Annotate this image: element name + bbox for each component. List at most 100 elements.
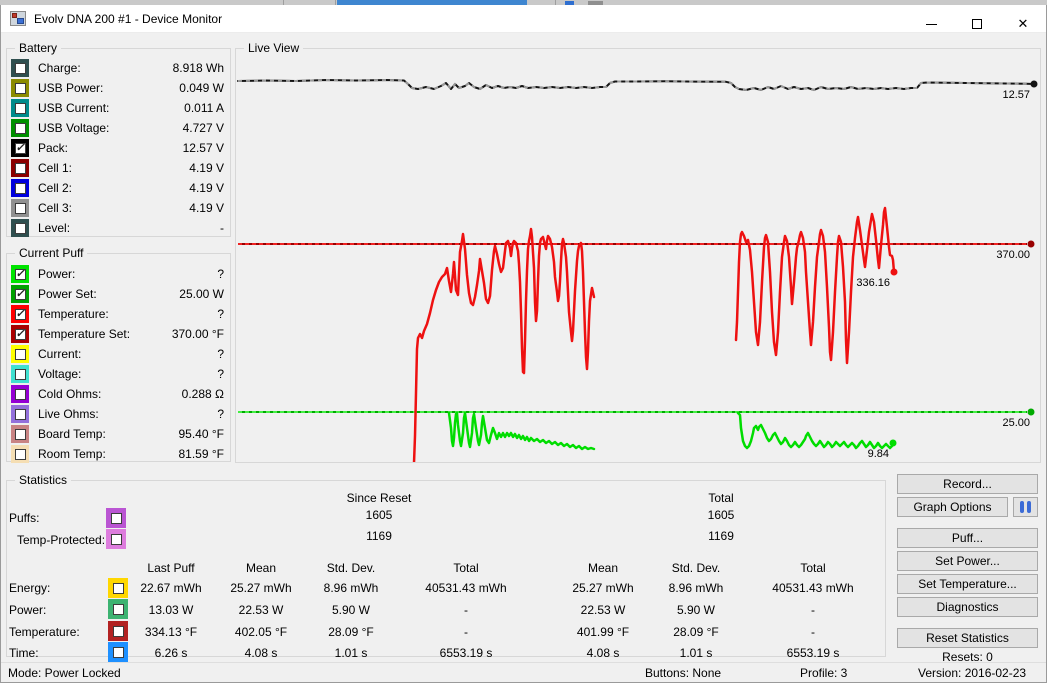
- row-value: 81.59 °F: [179, 444, 225, 464]
- battery-row-pack: Pack:12.57 V: [11, 138, 225, 158]
- cell1-checkbox[interactable]: [11, 159, 29, 177]
- temperature-std-dev: 28.09 °F: [328, 625, 374, 639]
- col-header-std-dev: Std. Dev.: [327, 561, 375, 575]
- close-icon: ✕: [1018, 18, 1029, 31]
- row-value: 0.288 Ω: [182, 384, 224, 404]
- live-ohms-checkbox[interactable]: [11, 405, 29, 423]
- set-power-button[interactable]: Set Power...: [897, 551, 1038, 571]
- total-header: Total: [708, 491, 733, 505]
- puff-row-live-ohms: Live Ohms:?: [11, 404, 225, 424]
- puffs-checkbox[interactable]: [106, 508, 126, 528]
- battery-group-title: Battery: [15, 41, 61, 55]
- row-value: 4.19 V: [189, 158, 224, 178]
- room-temp-checkbox[interactable]: [11, 445, 29, 463]
- battery-row-usb-current: USB Current: 0.011 A: [11, 98, 225, 118]
- energy-total: 40531.43 mWh: [425, 581, 506, 595]
- row-label: Temperature Set:: [38, 324, 130, 344]
- row-value: 0.049 W: [179, 78, 224, 98]
- cold-ohms-checkbox[interactable]: [11, 385, 29, 403]
- usb-voltage-checkbox[interactable]: [11, 119, 29, 137]
- voltage-checkbox[interactable]: [11, 365, 29, 383]
- row-label: Charge:: [38, 58, 81, 78]
- energy-total-2: 40531.43 mWh: [772, 581, 853, 595]
- row-label: Cell 2:: [38, 178, 72, 198]
- set-temperature-button[interactable]: Set Temperature...: [897, 574, 1038, 594]
- live-view-chart[interactable]: 370.0025.0012.57336.169.84: [236, 49, 1040, 462]
- status-mode: Mode: Power Locked: [8, 663, 121, 683]
- diagnostics-button[interactable]: Diagnostics: [897, 597, 1038, 617]
- close-button[interactable]: ✕: [1000, 10, 1046, 38]
- temp-protected-checkbox[interactable]: [106, 529, 126, 549]
- row-value: 4.19 V: [189, 198, 224, 218]
- pack-checkbox[interactable]: [11, 139, 29, 157]
- row-value: 4.19 V: [189, 178, 224, 198]
- temperature-set-checkbox[interactable]: [11, 325, 29, 343]
- power-last-puff: 13.03 W: [149, 603, 194, 617]
- row-label: USB Voltage:: [38, 118, 109, 138]
- time-std-dev-2: 1.01 s: [680, 646, 713, 660]
- power-total-2: -: [811, 603, 815, 617]
- temperature-checkbox[interactable]: [11, 305, 29, 323]
- row-value: 370.00 °F: [172, 324, 224, 344]
- puff-row-current: Current:?: [11, 344, 225, 364]
- maximize-icon: [972, 19, 982, 29]
- cell3-checkbox[interactable]: [11, 199, 29, 217]
- row-value: ?: [217, 304, 224, 324]
- device-monitor-window: Evolv DNA 200 #1 - Device Monitor ✕ Batt…: [0, 0, 1047, 683]
- puff-button[interactable]: Puff...: [897, 528, 1038, 548]
- row-label: Current:: [38, 344, 81, 364]
- energy-last-puff: 22.67 mWh: [140, 581, 201, 595]
- reset-statistics-button[interactable]: Reset Statistics: [897, 628, 1038, 648]
- board-temp-checkbox[interactable]: [11, 425, 29, 443]
- svg-text:9.84: 9.84: [868, 448, 889, 460]
- row-value: 8.918 Wh: [173, 58, 224, 78]
- energy-checkbox[interactable]: [108, 578, 128, 598]
- temperature-total: -: [464, 625, 468, 639]
- time-checkbox[interactable]: [108, 642, 128, 662]
- usb-power-checkbox[interactable]: [11, 79, 29, 97]
- minimize-button[interactable]: [908, 10, 954, 38]
- pause-graph-button[interactable]: [1013, 497, 1038, 517]
- time-total: 6553.19 s: [440, 646, 493, 660]
- app-icon: [10, 11, 26, 26]
- power-checkbox[interactable]: [11, 265, 29, 283]
- cell2-checkbox[interactable]: [11, 179, 29, 197]
- current-checkbox[interactable]: [11, 345, 29, 363]
- current-puff-group-title: Current Puff: [15, 246, 87, 260]
- usb-current-checkbox[interactable]: [11, 99, 29, 117]
- row-label: Pack:: [38, 138, 68, 158]
- svg-text:25.00: 25.00: [1002, 417, 1030, 429]
- col-header-total-2: Total: [800, 561, 825, 575]
- power-total: -: [464, 603, 468, 617]
- puff-row-cold-ohms: Cold Ohms:0.288 Ω: [11, 384, 225, 404]
- row-label: USB Current:: [38, 98, 109, 118]
- row-label: Power Set:: [38, 284, 97, 304]
- time-last-puff: 6.26 s: [155, 646, 188, 660]
- row-label: Live Ohms:: [38, 404, 99, 424]
- power-set-checkbox[interactable]: [11, 285, 29, 303]
- row-label: Cell 3:: [38, 198, 72, 218]
- status-profile: Profile: 3: [800, 663, 847, 683]
- battery-row-cell1: Cell 1: 4.19 V: [11, 158, 225, 178]
- row-value: 25.00 W: [179, 284, 224, 304]
- graph-options-button[interactable]: Graph Options: [897, 497, 1008, 517]
- row-value: ?: [217, 344, 224, 364]
- status-version: Version: 2016-02-23: [918, 663, 1026, 683]
- time-label: Time:: [9, 646, 39, 660]
- puffs-total: 1605: [708, 508, 735, 522]
- battery-row-usb-power: USB Power:0.049 W: [11, 78, 225, 98]
- time-total-2: 6553.19 s: [787, 646, 840, 660]
- maximize-button[interactable]: [954, 10, 1000, 38]
- charge-checkbox[interactable]: [11, 59, 29, 77]
- record-button[interactable]: Record...: [897, 474, 1038, 494]
- time-mean-2: 4.08 s: [587, 646, 620, 660]
- power-std-dev: 5.90 W: [332, 603, 370, 617]
- temperature-stat-checkbox[interactable]: [108, 621, 128, 641]
- row-value: 0.011 A: [184, 98, 224, 118]
- temperature-last-puff: 334.13 °F: [145, 625, 197, 639]
- row-value: 95.40 °F: [179, 424, 225, 444]
- svg-text:12.57: 12.57: [1002, 89, 1030, 101]
- power-stat-checkbox[interactable]: [108, 599, 128, 619]
- level-checkbox[interactable]: [11, 219, 29, 237]
- row-label: Cell 1:: [38, 158, 72, 178]
